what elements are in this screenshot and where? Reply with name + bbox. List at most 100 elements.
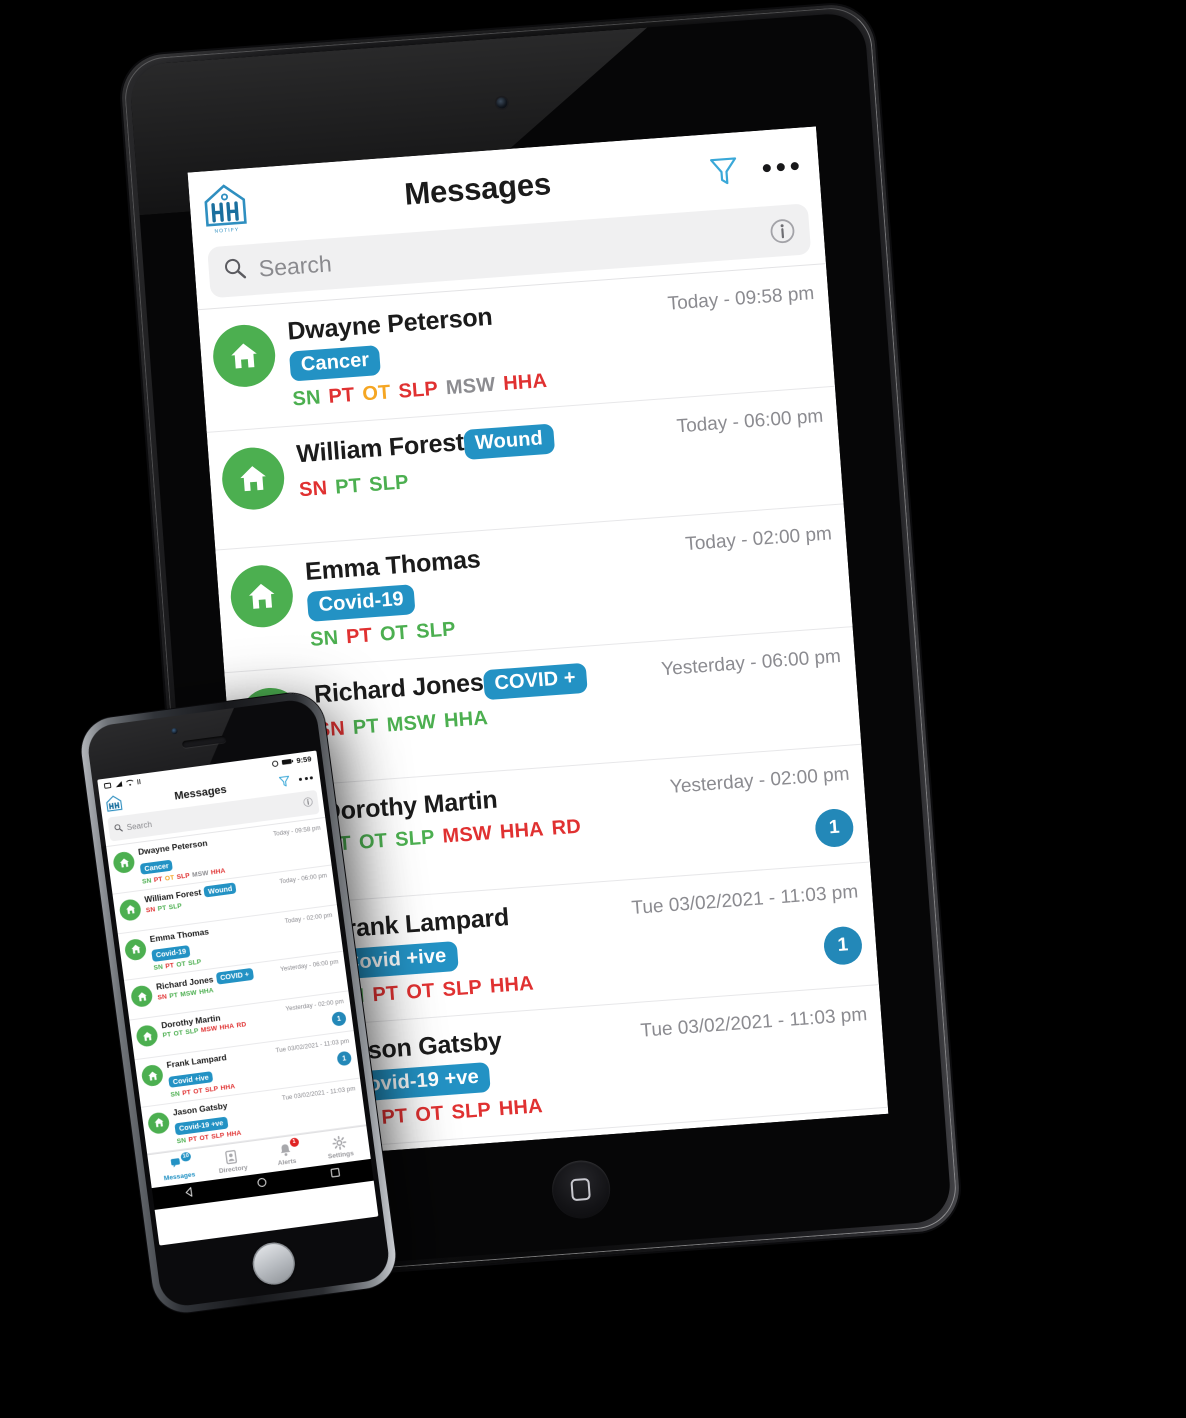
discipline-tag: SN bbox=[309, 626, 340, 651]
avatar bbox=[135, 1024, 159, 1048]
discipline-tag: SLP bbox=[397, 377, 439, 403]
discipline-tag: HHA bbox=[226, 1129, 242, 1139]
discipline-tag: HHA bbox=[499, 818, 545, 844]
gear-icon bbox=[330, 1134, 348, 1151]
condition-tag[interactable]: Covid-19 bbox=[306, 584, 416, 622]
message-timestamp: Today - 09:58 pm bbox=[666, 283, 815, 315]
discipline-tag: PT bbox=[162, 1031, 172, 1040]
phone-message-list[interactable]: Dwayne Peterson Cancer SN PT OT SLP MSW HHA Toda… bbox=[106, 816, 367, 1155]
discipline-tag: SN bbox=[176, 1137, 187, 1146]
discipline-tag: MSW bbox=[385, 710, 437, 737]
discipline-tag: HHA bbox=[219, 1022, 235, 1032]
discipline-tag: HHA bbox=[502, 369, 548, 396]
hh-notify-logo-icon: NOTIFY bbox=[200, 180, 250, 235]
message-content: Dorothy MartinPTOTSLPMSWHHARD bbox=[322, 774, 660, 857]
message-timestamp: Tue 03/02/2021 - 11:03 pm bbox=[275, 1037, 350, 1055]
discipline-tag: PT bbox=[157, 904, 167, 913]
data-rate-icon bbox=[137, 779, 141, 785]
discipline-tag: OT bbox=[192, 1087, 204, 1096]
discipline-tag: OT bbox=[405, 979, 436, 1004]
discipline-tag: SN bbox=[291, 386, 322, 411]
discipline-tag: HHA bbox=[210, 867, 226, 876]
discipline-tag: HHA bbox=[443, 707, 489, 733]
discipline-tag: PT bbox=[181, 1088, 192, 1097]
recents-button[interactable] bbox=[329, 1165, 343, 1184]
condition-tag[interactable]: Cancer bbox=[139, 859, 174, 875]
discipline-tag: HHA bbox=[198, 986, 215, 996]
discipline-tag: SN bbox=[141, 876, 152, 886]
discipline-tag: SN bbox=[170, 1090, 181, 1099]
avatar bbox=[123, 937, 148, 961]
home-button[interactable] bbox=[256, 1175, 270, 1194]
device-mockup-scene: NOTIFY Messages Search Dwayne Peterson C… bbox=[0, 0, 1186, 1418]
message-content: Richard Jones COVID + SN PT MSW HHA bbox=[313, 656, 651, 742]
discipline-tag: OT bbox=[164, 873, 175, 883]
discipline-tag: HHA bbox=[489, 972, 535, 998]
discipline-tag: MSW bbox=[179, 988, 198, 999]
message-timestamp: Tue 03/02/2021 - 11:03 pm bbox=[630, 881, 859, 920]
message-timestamp: Today - 06:00 pm bbox=[279, 871, 328, 885]
message-content: William Forest Wound SN PT SLP bbox=[296, 416, 638, 503]
svg-text:NOTIFY: NOTIFY bbox=[214, 227, 239, 235]
message-timestamp: Yesterday - 02:00 pm bbox=[285, 998, 345, 1013]
message-meta: Tue 03/02/2021 - 11:03 pm 1 bbox=[631, 877, 864, 979]
discipline-tag: PT bbox=[327, 383, 356, 408]
message-timestamp: Yesterday - 02:00 pm bbox=[669, 763, 851, 798]
search-icon bbox=[113, 819, 124, 838]
nav-item-settings[interactable]: Settings bbox=[311, 1131, 368, 1162]
condition-tag[interactable]: Covid-19 bbox=[151, 945, 191, 962]
discipline-tag: OT bbox=[414, 1102, 445, 1127]
discipline-tag: SLP bbox=[185, 1027, 199, 1037]
filter-icon[interactable] bbox=[278, 774, 293, 789]
discipline-tag: MSW bbox=[441, 822, 493, 848]
overflow-menu-icon[interactable] bbox=[298, 776, 314, 781]
condition-tag[interactable]: Wound bbox=[463, 423, 555, 461]
nav-item-label: Directory bbox=[218, 1164, 249, 1176]
wifi-icon bbox=[126, 779, 134, 786]
message-content: Jason GatsbyCovid-19 +veSNPTOTSLPHHA bbox=[339, 1018, 632, 1133]
bell-icon: 1 bbox=[277, 1137, 300, 1158]
condition-tag[interactable]: COVID + bbox=[482, 662, 588, 701]
search-icon bbox=[222, 256, 248, 287]
filter-icon[interactable] bbox=[706, 153, 742, 189]
alarm-icon bbox=[272, 760, 279, 767]
message-timestamp: Tue 03/02/2021 - 11:03 pm bbox=[639, 1004, 868, 1042]
phone-header-actions bbox=[278, 771, 314, 788]
unread-count-badge: 1 bbox=[822, 925, 864, 967]
discipline-tag: MSW bbox=[445, 373, 497, 400]
avatar bbox=[210, 322, 278, 390]
discipline-tag: PT bbox=[380, 1105, 409, 1129]
message-meta: Tue 03/02/2021 - 11:03 pm 1 bbox=[275, 1036, 353, 1075]
message-meta: Today - 02:00 pm bbox=[270, 909, 332, 926]
contacts-icon bbox=[223, 1148, 241, 1165]
nav-item-directory[interactable]: Directory bbox=[204, 1146, 261, 1177]
discipline-tag: SLP bbox=[176, 871, 191, 881]
info-icon[interactable] bbox=[769, 217, 797, 245]
back-button[interactable] bbox=[183, 1184, 197, 1203]
discipline-tag: SN bbox=[157, 992, 168, 1002]
condition-tag[interactable]: Cancer bbox=[288, 345, 382, 382]
nav-item-alerts[interactable]: 1 Alerts bbox=[258, 1137, 315, 1170]
phone-camera-icon bbox=[170, 727, 178, 735]
battery-icon bbox=[281, 759, 294, 765]
discipline-tag: PT bbox=[371, 982, 400, 1007]
patient-name: Emma Thomas bbox=[304, 545, 482, 587]
discipline-tag: SN bbox=[153, 963, 164, 972]
message-timestamp: Tue 03/02/2021 - 11:03 pm bbox=[281, 1084, 356, 1102]
discipline-tag: MSW bbox=[200, 1025, 218, 1035]
discipline-tag: RD bbox=[236, 1021, 247, 1030]
message-meta: Yesterday - 02:00 pm 1 bbox=[669, 760, 855, 859]
discipline-tag: HHA bbox=[498, 1095, 544, 1121]
chat-icon: 10 bbox=[169, 1151, 192, 1172]
condition-tag[interactable]: Covid +ive bbox=[168, 1070, 214, 1088]
info-icon[interactable] bbox=[302, 793, 314, 812]
nav-item-messages[interactable]: 10 Messages bbox=[150, 1151, 207, 1184]
discipline-tag: SLP bbox=[415, 618, 457, 644]
overflow-menu-icon[interactable] bbox=[762, 161, 800, 173]
discipline-tag: OT bbox=[199, 1134, 210, 1143]
message-timestamp: Today - 06:00 pm bbox=[675, 405, 824, 438]
signal-icon bbox=[115, 781, 123, 788]
discipline-tag: SLP bbox=[441, 976, 483, 1002]
message-meta: Today - 09:58 pm bbox=[638, 279, 815, 318]
header-actions bbox=[706, 149, 804, 190]
